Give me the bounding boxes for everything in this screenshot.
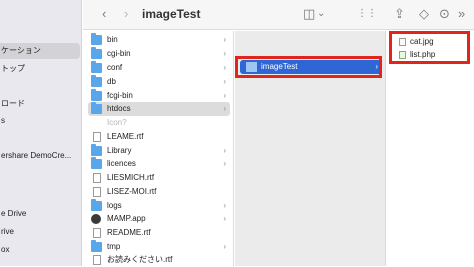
document-icon xyxy=(93,187,101,197)
share-icon[interactable]: ⇪ xyxy=(394,6,405,22)
folder-icon xyxy=(91,47,102,59)
chevron-right-icon: › xyxy=(223,49,226,58)
column-mamp: bin › cgi-bin › conf › db › fcgi-bin › htdocs… xyxy=(83,31,234,266)
forward-button[interactable]: › xyxy=(124,6,128,22)
list-item[interactable]: LIESMICH.rtf xyxy=(88,171,230,185)
view-chevron-down-icon[interactable]: ⌄ xyxy=(317,6,325,22)
sidebar-item-documents[interactable] xyxy=(0,80,80,96)
list-item[interactable]: conf › xyxy=(88,61,230,75)
sidebar-item-drive[interactable]: e Drive xyxy=(0,206,80,222)
document-icon xyxy=(93,255,101,265)
action-icon[interactable]: ⊙ xyxy=(439,6,450,22)
folder-icon xyxy=(91,89,102,101)
column-imagetest: cat.jpg list.php xyxy=(387,31,474,266)
list-item[interactable]: fcgi-bin › xyxy=(88,89,230,103)
sidebar-item-rive[interactable]: rive xyxy=(0,224,80,240)
list-item[interactable]: お読みください.rtf xyxy=(88,253,230,267)
document-icon xyxy=(93,132,101,142)
highlight-box-files xyxy=(389,31,470,64)
chevron-right-icon: › xyxy=(223,77,226,86)
folder-icon xyxy=(91,157,102,169)
sidebar-item-wondershare[interactable]: ershare DemoCre... xyxy=(0,148,80,164)
list-item[interactable]: logs › xyxy=(88,199,230,213)
list-item[interactable]: LEAME.rtf xyxy=(88,130,230,144)
chevron-right-icon: › xyxy=(223,146,226,155)
sidebar-item-applications[interactable]: ケーション xyxy=(0,43,80,59)
list-item[interactable]: MAMP.app › xyxy=(88,212,230,226)
back-button[interactable]: ‹ xyxy=(102,6,106,22)
sidebar: ケーション トップ ロード s ershare DemoCre... e Dri… xyxy=(0,0,82,266)
list-item[interactable]: bin › xyxy=(88,33,230,47)
folder-icon xyxy=(91,144,102,156)
more-toolbar-button[interactable]: » xyxy=(458,6,465,22)
folder-icon xyxy=(91,33,102,45)
chevron-right-icon: › xyxy=(223,159,226,168)
list-item[interactable]: Library › xyxy=(88,144,230,158)
chevron-right-icon: › xyxy=(223,35,226,44)
chevron-right-icon: › xyxy=(223,214,226,223)
folder-icon xyxy=(91,61,102,73)
chevron-right-icon: › xyxy=(223,242,226,251)
list-item[interactable]: licences › xyxy=(88,157,230,171)
tag-icon[interactable]: ◇ xyxy=(419,6,429,22)
document-icon xyxy=(93,173,101,183)
view-icon[interactable]: ◫ xyxy=(303,6,315,22)
chevron-right-icon: › xyxy=(223,104,226,113)
folder-icon xyxy=(91,199,102,211)
list-item[interactable]: db › xyxy=(88,75,230,89)
chevron-right-icon: › xyxy=(223,91,226,100)
folder-icon xyxy=(91,75,102,87)
list-item[interactable]: tmp › xyxy=(88,240,230,254)
folder-icon xyxy=(91,240,102,252)
list-item[interactable]: cgi-bin › xyxy=(88,47,230,61)
chevron-right-icon: › xyxy=(223,201,226,210)
list-item[interactable]: README.rtf xyxy=(88,226,230,240)
sidebar-item-box[interactable]: ox xyxy=(0,242,80,258)
list-item[interactable]: Icon? xyxy=(88,116,230,130)
sidebar-item-s[interactable]: s xyxy=(0,113,80,129)
highlight-box-imagetest xyxy=(235,56,382,78)
document-icon xyxy=(93,228,101,238)
sidebar-item-downloads[interactable]: ロード xyxy=(0,96,80,112)
folder-icon xyxy=(91,102,102,114)
list-item-htdocs[interactable]: htdocs › xyxy=(88,102,230,116)
chevron-right-icon: › xyxy=(223,63,226,72)
toolbar: ‹ › imageTest ◫ ⌄ ⋮⋮ ⇪ ◇ ⊙ » xyxy=(83,0,474,30)
list-item[interactable]: LISEZ-MOI.rtf xyxy=(88,185,230,199)
app-icon xyxy=(91,214,101,224)
sidebar-item-desktop[interactable]: トップ xyxy=(0,61,80,77)
group-icon[interactable]: ⋮⋮ xyxy=(357,6,377,22)
window-title: imageTest xyxy=(142,7,201,21)
